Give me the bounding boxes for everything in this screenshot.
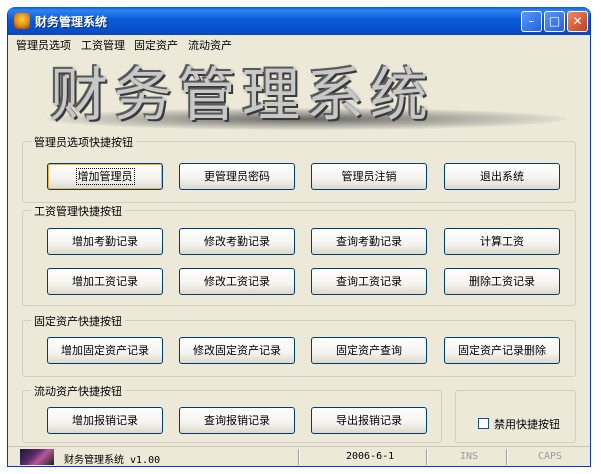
add-attendance-button[interactable]: 增加考勤记录 xyxy=(47,228,163,255)
add-reimbursement-button[interactable]: 增加报销记录 xyxy=(47,407,163,434)
add-admin-button[interactable]: 增加管理员 xyxy=(47,163,163,190)
app-icon xyxy=(14,13,30,29)
salary-shortcuts-group: 工资管理快捷按钮 增加考勤记录 修改考勤记录 查询考勤记录 计算工资 增加工资记… xyxy=(22,203,576,306)
disable-shortcuts-checkbox[interactable] xyxy=(478,418,489,429)
delete-fixed-asset-button[interactable]: 固定资产记录删除 xyxy=(444,337,560,364)
admin-shortcuts-group: 管理员选项快捷按钮 增加管理员 更管理员密码 管理员注销 退出系统 xyxy=(22,134,576,203)
title-bar[interactable]: 财务管理系统 – □ ✕ xyxy=(8,7,590,35)
menu-current-assets[interactable]: 流动资产 xyxy=(188,37,232,53)
query-fixed-asset-button[interactable]: 固定资产查询 xyxy=(311,337,427,364)
delete-salary-record-button[interactable]: 删除工资记录 xyxy=(444,268,560,295)
calculate-salary-button[interactable]: 计算工资 xyxy=(444,228,560,255)
exit-system-button[interactable]: 退出系统 xyxy=(444,163,560,190)
edit-salary-record-button[interactable]: 修改工资记录 xyxy=(179,268,295,295)
salary-group-title: 工资管理快捷按钮 xyxy=(31,203,125,219)
export-reimbursement-button[interactable]: 导出报销记录 xyxy=(311,407,427,434)
status-app-version: 财务管理系统 v1.00 xyxy=(64,455,161,466)
disable-shortcuts-label[interactable]: 禁用快捷按钮 xyxy=(494,416,560,432)
status-logo-image xyxy=(20,449,54,465)
status-ins: INS xyxy=(460,451,479,462)
status-caps: CAPS xyxy=(538,451,563,462)
fixed-assets-shortcuts-group: 固定资产快捷按钮 增加固定资产记录 修改固定资产记录 固定资产查询 固定资产记录… xyxy=(22,313,576,377)
maximize-button[interactable]: □ xyxy=(544,11,565,32)
current-assets-shortcuts-group: 流动资产快捷按钮 增加报销记录 查询报销记录 导出报销记录 xyxy=(22,383,442,443)
window-title: 财务管理系统 xyxy=(35,15,108,29)
menu-admin-options[interactable]: 管理员选项 xyxy=(16,37,71,53)
current-assets-group-title: 流动资产快捷按钮 xyxy=(31,383,125,399)
status-divider xyxy=(426,449,428,465)
query-reimbursement-button[interactable]: 查询报销记录 xyxy=(179,407,295,434)
change-admin-password-button[interactable]: 更管理员密码 xyxy=(179,163,295,190)
query-attendance-button[interactable]: 查询考勤记录 xyxy=(311,228,427,255)
edit-fixed-asset-button[interactable]: 修改固定资产记录 xyxy=(179,337,295,364)
close-button[interactable]: ✕ xyxy=(567,11,588,32)
fixed-assets-group-title: 固定资产快捷按钮 xyxy=(31,313,125,329)
status-divider xyxy=(506,449,508,465)
banner-title: 财务管理系统 xyxy=(50,61,435,129)
status-divider xyxy=(298,449,300,465)
menu-fixed-assets[interactable]: 固定资产 xyxy=(134,37,178,53)
edit-attendance-button[interactable]: 修改考勤记录 xyxy=(179,228,295,255)
menu-salary[interactable]: 工资管理 xyxy=(81,37,125,53)
status-bar: 财务管理系统 v1.00 2006-6-1 INS CAPS xyxy=(8,446,590,466)
banner: 财务管理系统 xyxy=(14,54,584,139)
add-salary-record-button[interactable]: 增加工资记录 xyxy=(47,268,163,295)
main-window: 财务管理系统 – □ ✕ 管理员选项 工资管理 固定资产 流动资产 财务管理系统… xyxy=(7,7,591,467)
minimize-button[interactable]: – xyxy=(521,11,542,32)
query-salary-record-button[interactable]: 查询工资记录 xyxy=(311,268,427,295)
status-date: 2006-6-1 xyxy=(346,451,395,462)
admin-logout-button[interactable]: 管理员注销 xyxy=(311,163,427,190)
admin-group-title: 管理员选项快捷按钮 xyxy=(31,134,136,150)
disable-shortcuts-group: 禁用快捷按钮 xyxy=(455,390,576,443)
add-fixed-asset-button[interactable]: 增加固定资产记录 xyxy=(47,337,163,364)
menu-bar: 管理员选项 工资管理 固定资产 流动资产 xyxy=(8,35,590,53)
